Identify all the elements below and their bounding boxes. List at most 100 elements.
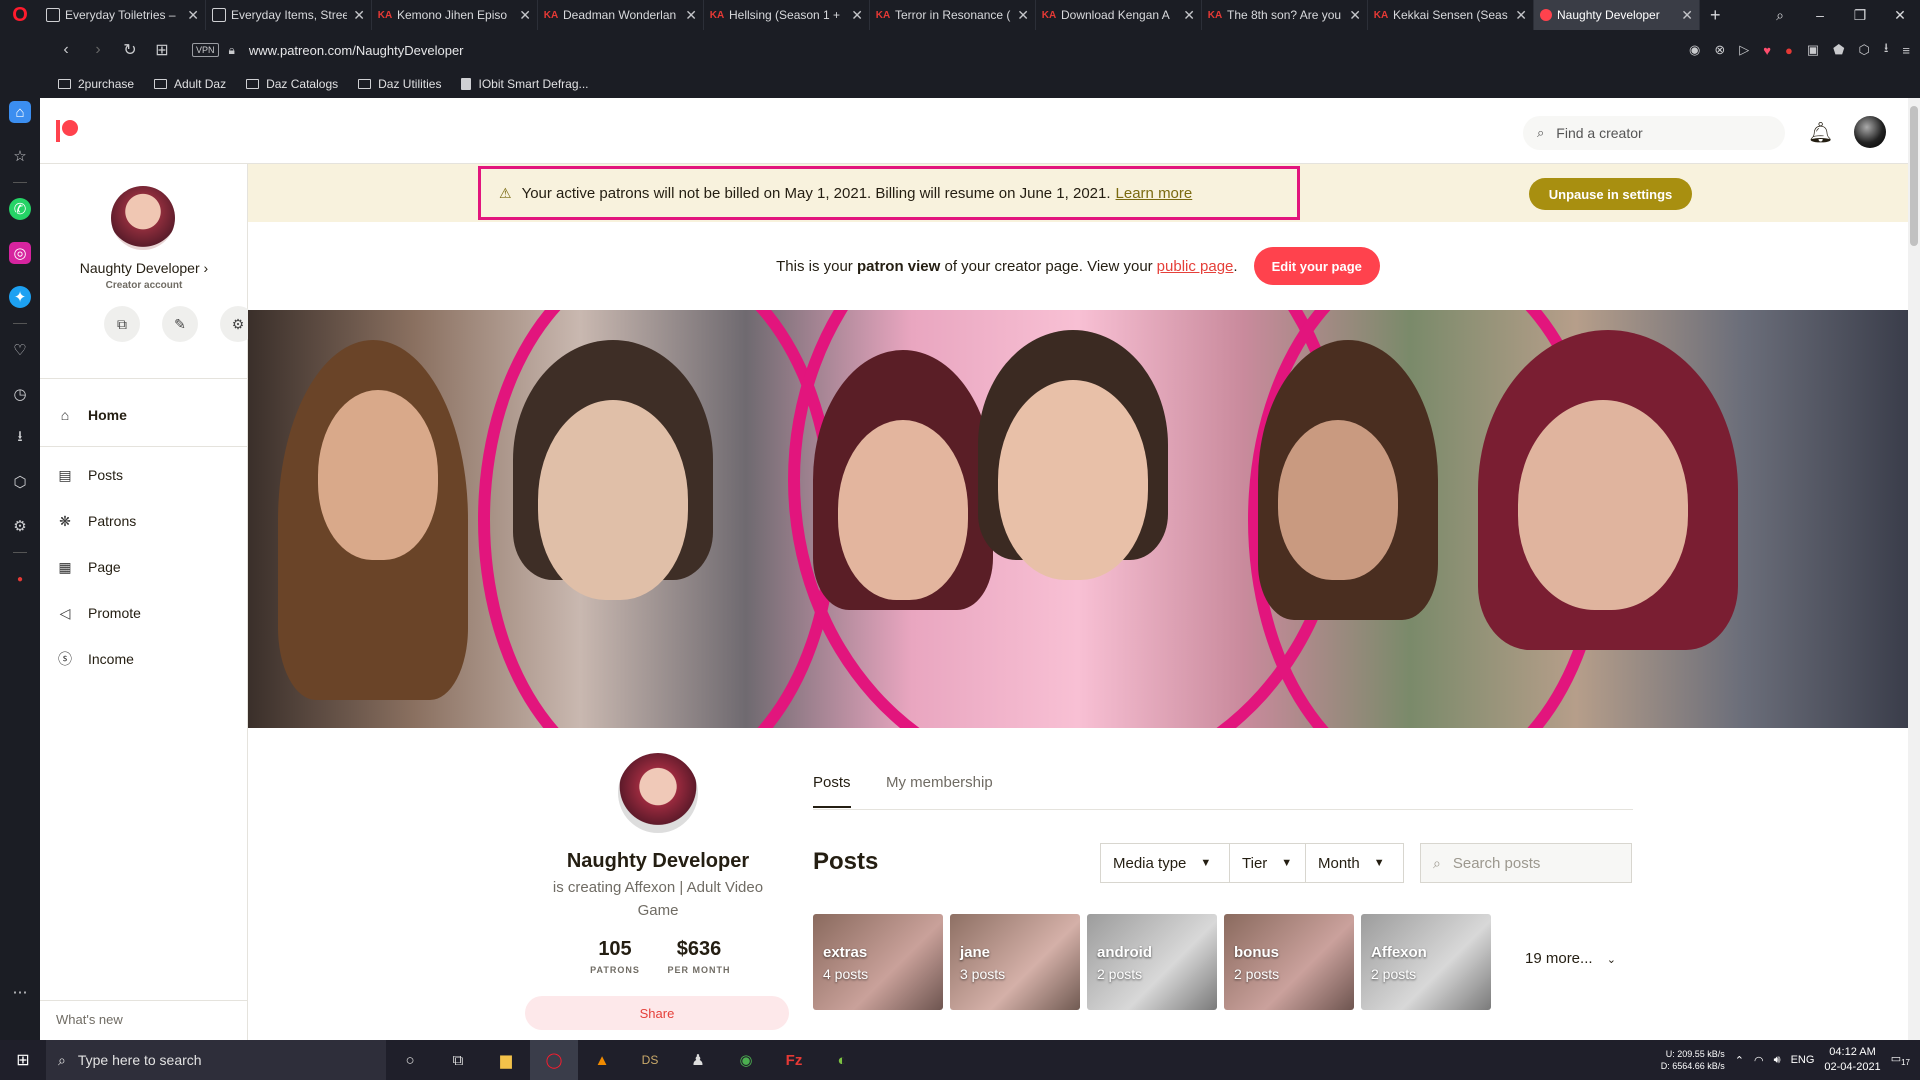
back-icon[interactable]: ‹ — [50, 41, 82, 59]
downloads-icon[interactable]: ⭳ — [9, 427, 31, 449]
minimize-icon[interactable]: – — [1800, 7, 1840, 23]
close-tab-icon[interactable]: ✕ — [353, 7, 365, 24]
heart-icon[interactable]: ♡ — [9, 339, 31, 361]
extension-icon[interactable]: ● — [1785, 43, 1793, 58]
more-icon[interactable]: ⋯ — [9, 981, 31, 1003]
close-window-icon[interactable]: ✕ — [1880, 7, 1920, 24]
new-tab-icon[interactable]: + — [1710, 5, 1721, 26]
nav-income[interactable]: ⓢ Income — [56, 644, 236, 674]
task-view-icon[interactable]: ⧉ — [434, 1040, 482, 1080]
instagram-icon[interactable]: ◎ — [9, 242, 31, 264]
send-icon[interactable]: ▷ — [1739, 42, 1749, 58]
bookmark-item[interactable]: 2purchase — [58, 77, 134, 91]
menu-icon[interactable]: ≡ — [1902, 43, 1910, 58]
close-tab-icon[interactable]: ✕ — [1515, 7, 1527, 24]
cube-icon[interactable]: ⬡ — [9, 471, 31, 493]
history-icon[interactable]: ◷ — [9, 383, 31, 405]
creator-name-link[interactable]: Naughty Developer › — [40, 260, 248, 276]
browser-tab[interactable]: KA Kemono Jihen Episo ✕ — [372, 0, 538, 30]
home-speed-dial-icon[interactable]: ⌂ — [9, 101, 31, 123]
close-tab-icon[interactable]: ✕ — [685, 7, 697, 24]
bookmark-item[interactable]: Daz Catalogs — [246, 77, 338, 91]
unpause-button[interactable]: Unpause in settings — [1529, 178, 1692, 210]
browser-tab-active[interactable]: Naughty Developer ✕ — [1534, 0, 1700, 30]
extension-icon[interactable]: ● — [9, 568, 31, 590]
daz-studio-icon[interactable]: DS — [626, 1040, 674, 1080]
search-tabs-icon[interactable]: ⌕ — [1760, 7, 1800, 24]
browser-tab[interactable]: KA Download Kengan A ✕ — [1036, 0, 1202, 30]
browser-tab[interactable]: KA Hellsing (Season 1 + ✕ — [704, 0, 870, 30]
browser-tab[interactable]: KA The 8th son? Are you ✕ — [1202, 0, 1368, 30]
share-button[interactable]: Share — [525, 996, 789, 1030]
public-page-link[interactable]: public page — [1157, 258, 1234, 275]
vpn-badge[interactable]: VPN — [192, 43, 219, 57]
user-avatar[interactable] — [1854, 116, 1886, 148]
close-tab-icon[interactable]: ✕ — [519, 7, 531, 24]
find-creator-input[interactable]: ⌕ Find a creator — [1523, 116, 1785, 150]
reload-icon[interactable]: ↻ — [114, 40, 146, 60]
tier-filter[interactable]: Tier ▼ — [1229, 843, 1306, 883]
close-tab-icon[interactable]: ✕ — [1349, 7, 1361, 24]
shield-icon[interactable]: ⬟ — [1833, 42, 1844, 58]
browser-tab[interactable]: KA Terror in Resonance (✕ — [870, 0, 1036, 30]
clock[interactable]: 04:12 AM 02-04-2021 — [1824, 1045, 1880, 1075]
bookmark-item[interactable]: Adult Daz — [154, 77, 226, 91]
nav-posts[interactable]: ▤ Posts — [56, 460, 236, 490]
whats-new-link[interactable]: What's new — [56, 1012, 123, 1027]
collection-card[interactable]: Affexon 2 posts — [1361, 914, 1491, 1010]
opera-menu-icon[interactable]: O — [0, 0, 40, 30]
learn-more-link[interactable]: Learn more — [1116, 185, 1193, 202]
browser-tab[interactable]: Everyday Items, Stree ✕ — [206, 0, 372, 30]
tab-my-membership[interactable]: My membership — [886, 774, 993, 791]
notifications-bell-icon[interactable]: 🔔︎ — [1808, 120, 1833, 145]
messages-icon[interactable]: ⧉ — [104, 306, 140, 342]
notifications-icon[interactable]: ▭17 — [1891, 1052, 1910, 1067]
collection-card[interactable]: android 2 posts — [1087, 914, 1217, 1010]
twitter-icon[interactable]: ✦ — [9, 286, 31, 308]
media-type-filter[interactable]: Media type ▼ — [1100, 843, 1230, 883]
close-tab-icon[interactable]: ✕ — [1681, 7, 1693, 24]
tabs-grid-icon[interactable]: ⊞ — [146, 40, 178, 60]
volume-icon[interactable]: 🔊︎ — [1774, 1054, 1781, 1067]
image-extension-icon[interactable]: ▣ — [1807, 42, 1819, 58]
file-explorer-icon[interactable]: ▆ — [482, 1040, 530, 1080]
bookmark-item[interactable]: IObit Smart Defrag... — [461, 77, 589, 91]
vlc-icon[interactable]: ▲ — [578, 1040, 626, 1080]
month-filter[interactable]: Month ▼ — [1305, 843, 1404, 883]
collection-card[interactable]: jane 3 posts — [950, 914, 1080, 1010]
language-indicator[interactable]: ENG — [1791, 1054, 1815, 1066]
app-icon[interactable]: ♟ — [674, 1040, 722, 1080]
windows-start-icon[interactable]: ⊞ — [0, 1040, 46, 1080]
close-tab-icon[interactable]: ✕ — [851, 7, 863, 24]
cube-icon[interactable]: ⬡ — [1858, 42, 1869, 58]
patreon-logo-icon[interactable] — [56, 120, 78, 142]
collection-card[interactable]: extras 4 posts — [813, 914, 943, 1010]
bookmarks-star-icon[interactable]: ☆ — [9, 145, 31, 167]
opera-icon[interactable]: ◯ — [530, 1040, 578, 1080]
browser-tab[interactable]: KA Kekkai Sensen (Seas ✕ — [1368, 0, 1534, 30]
url-field[interactable]: www.patreon.com/NaughtyDeveloper — [249, 43, 464, 58]
browser-tab[interactable]: KA Deadman Wonderlan ✕ — [538, 0, 704, 30]
tab-posts[interactable]: Posts — [813, 774, 851, 808]
collection-card[interactable]: bonus 2 posts — [1224, 914, 1354, 1010]
restore-icon[interactable]: ❐ — [1840, 7, 1880, 24]
heart-icon[interactable]: ♥ — [1763, 43, 1771, 58]
whatsapp-icon[interactable]: ✆ — [9, 198, 31, 220]
nav-home[interactable]: ⌂ Home — [56, 400, 236, 430]
close-tab-icon[interactable]: ✕ — [1183, 7, 1195, 24]
create-post-icon[interactable]: ✎ — [162, 306, 198, 342]
camera-icon[interactable]: ◉ — [1689, 42, 1700, 58]
forward-icon[interactable]: › — [82, 41, 114, 59]
paint-icon[interactable]: ◐ — [818, 1040, 866, 1080]
tray-chevron-up-icon[interactable]: ⌃ — [1735, 1054, 1744, 1067]
close-tab-icon[interactable]: ✕ — [1017, 7, 1029, 24]
wifi-icon[interactable]: ◠ — [1754, 1054, 1764, 1067]
bookmark-item[interactable]: Daz Utilities — [358, 77, 441, 91]
scrollbar-thumb[interactable] — [1910, 106, 1918, 246]
adblock-icon[interactable]: ⊗ — [1714, 42, 1725, 58]
page-scrollbar[interactable] — [1908, 98, 1920, 1040]
cortana-icon[interactable]: ○ — [386, 1040, 434, 1080]
creator-avatar[interactable] — [111, 186, 175, 250]
chrome-icon[interactable]: ◉ — [722, 1040, 770, 1080]
search-posts-input[interactable]: ⌕ Search posts — [1420, 843, 1632, 883]
